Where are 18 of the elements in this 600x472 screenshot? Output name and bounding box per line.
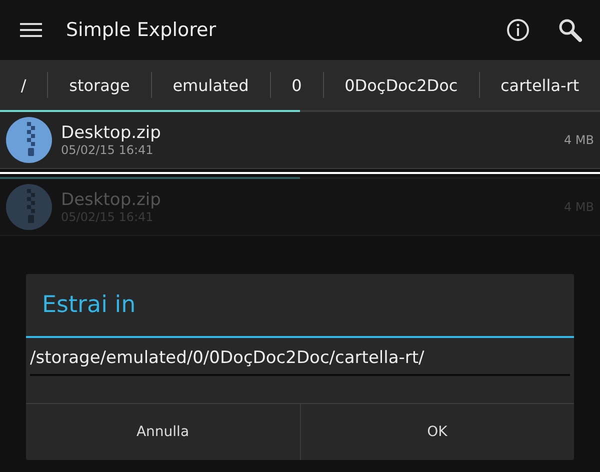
file-date: 05/02/15 16:41 <box>61 143 154 157</box>
zip-file-icon <box>5 116 53 164</box>
dialog-button[interactable]: OK <box>300 404 574 460</box>
app-title: Simple Explorer <box>66 19 218 41</box>
breadcrumb[interactable]: emulated <box>150 72 270 98</box>
breadcrumb[interactable]: storage <box>47 72 151 98</box>
file-name: Desktop.zip <box>61 123 162 143</box>
file-row[interactable]: Desktop.zip 05/02/15 16:41 4 MB <box>0 112 600 169</box>
breadcrumb[interactable]: cartella-rt <box>478 72 600 98</box>
dialog-button[interactable]: Annulla <box>26 404 300 460</box>
breadcrumb[interactable]: 0 <box>270 72 323 98</box>
file-size: 4 MB <box>564 133 594 147</box>
breadcrumb[interactable]: 0DoçDoc2Doc <box>322 72 479 98</box>
path-input-field[interactable]: /storage/emulated/0/0DoçDoc2Doc/cartella-rt/ <box>30 344 570 376</box>
breadcrumb[interactable]: / <box>0 72 48 98</box>
dialog-title: Estrai in <box>42 292 136 318</box>
file-name: Desktop.zip <box>61 190 162 210</box>
zip-file-icon <box>5 183 53 231</box>
